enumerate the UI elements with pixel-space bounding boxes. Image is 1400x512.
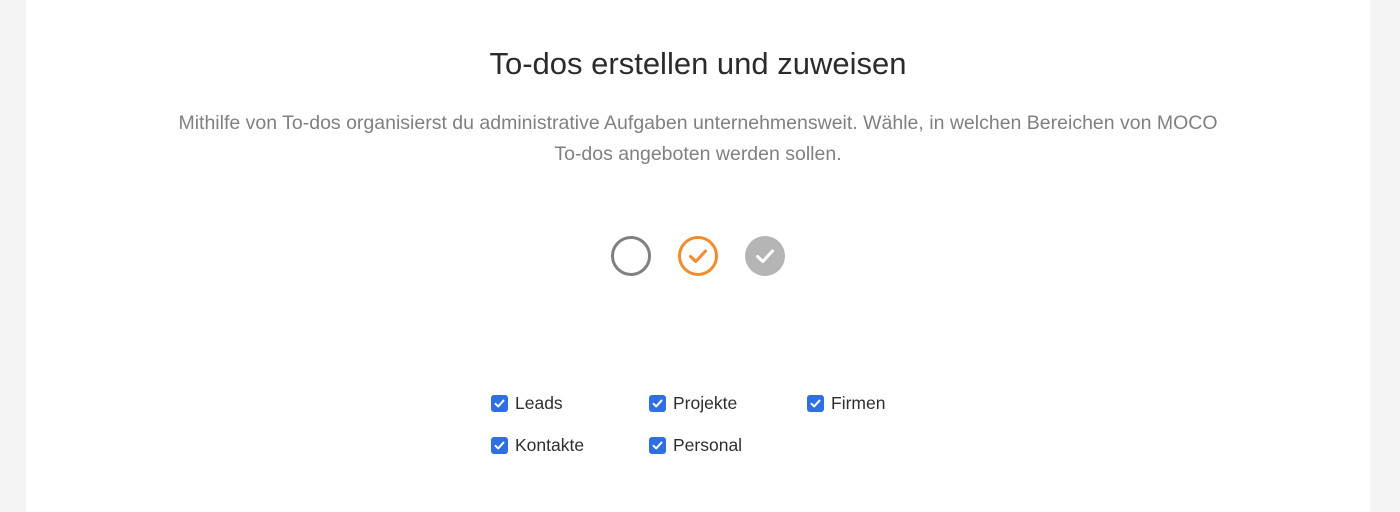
checkmark-icon — [810, 399, 821, 408]
option-kontakte[interactable]: Kontakte — [491, 431, 649, 460]
leads-checkbox[interactable] — [491, 395, 508, 412]
option-projekte[interactable]: Projekte — [649, 389, 807, 418]
orange-check-circle-icon — [678, 236, 718, 276]
checkmark-icon — [494, 399, 505, 408]
projekte-checkbox[interactable] — [649, 395, 666, 412]
todo-area-options: Leads Projekte Firmen Kontakte Personal — [491, 389, 971, 460]
option-firmen[interactable]: Firmen — [807, 389, 965, 418]
personal-label: Personal — [673, 435, 743, 455]
settings-card: To-dos erstellen und zuweisen Mithilfe v… — [26, 0, 1370, 512]
page-description: Mithilfe von To-dos organisierst du admi… — [178, 112, 1218, 165]
kontakte-label: Kontakte — [515, 435, 585, 455]
leads-label: Leads — [515, 393, 563, 413]
projekte-label: Projekte — [673, 393, 738, 413]
kontakte-checkbox[interactable] — [491, 437, 508, 454]
checkmark-icon — [652, 399, 663, 408]
firmen-checkbox[interactable] — [807, 395, 824, 412]
option-leads[interactable]: Leads — [491, 389, 649, 418]
open-circle-icon — [611, 236, 651, 276]
status-icon-group — [610, 235, 786, 277]
checkmark-icon — [652, 441, 663, 450]
gray-filled-check-circle-icon — [745, 236, 785, 276]
page-title: To-dos erstellen und zuweisen — [489, 46, 907, 81]
firmen-label: Firmen — [831, 393, 886, 413]
option-personal[interactable]: Personal — [649, 431, 807, 460]
checkmark-icon — [494, 441, 505, 450]
personal-checkbox[interactable] — [649, 437, 666, 454]
